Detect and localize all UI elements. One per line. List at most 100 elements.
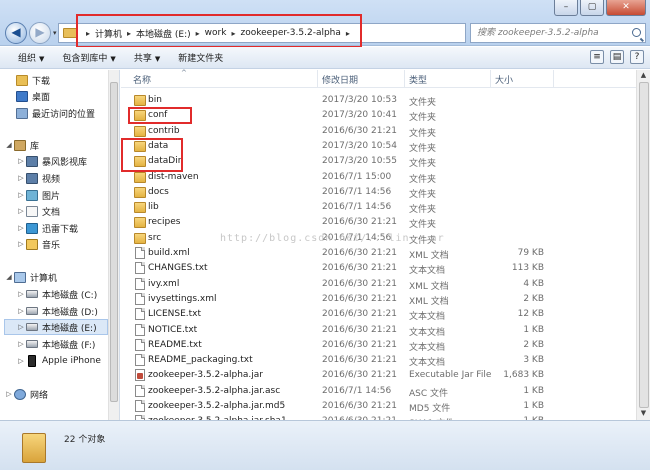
column-divider[interactable] xyxy=(317,70,318,88)
file-row[interactable]: dist-maven 2016/7/1 15:00 文件夹 xyxy=(121,171,636,186)
nav-item-label: 本地磁盘 (C:) xyxy=(42,290,98,301)
search-placeholder: 搜索 zookeeper-3.5.2-alpha xyxy=(477,28,599,38)
nav-item-documents[interactable]: ▷ 文档 xyxy=(16,203,60,219)
nav-item-apple-iphone[interactable]: ▷ Apple iPhone xyxy=(16,353,101,369)
organize-menu[interactable]: 组织 ▼ xyxy=(18,51,44,64)
file-row[interactable]: docs 2016/7/1 14:56 文件夹 xyxy=(121,186,636,201)
forward-button[interactable]: ▶ xyxy=(29,22,51,44)
documents-icon xyxy=(26,205,38,217)
search-icon[interactable] xyxy=(632,28,641,37)
nav-item-music[interactable]: ▷ 音乐 xyxy=(16,236,60,252)
nav-item-video-library[interactable]: ▷ 暴风影视库 xyxy=(16,153,87,169)
file-row[interactable]: zookeeper-3.5.2-alpha.jar.asc 2016/7/1 14… xyxy=(121,384,636,400)
file-type: MD5 文件 xyxy=(409,404,451,414)
collapse-arrow-icon[interactable]: ◢ xyxy=(4,141,14,149)
close-button[interactable]: ✕ xyxy=(606,0,646,16)
expand-arrow-icon[interactable]: ▷ xyxy=(16,157,26,165)
include-in-library-menu[interactable]: 包含到库中 ▼ xyxy=(62,51,115,64)
file-row[interactable]: LICENSE.txt 2016/6/30 21:21 文本文档 12 KB xyxy=(121,308,636,323)
preview-pane-icon[interactable]: ▤ xyxy=(610,50,624,64)
nav-item-xunlei-downloads[interactable]: ▷ 迅雷下载 xyxy=(16,220,78,236)
expand-arrow-icon[interactable]: ▷ xyxy=(16,357,26,365)
nav-item-videos[interactable]: ▷ 视频 xyxy=(16,170,60,186)
column-date[interactable]: 修改日期 xyxy=(322,73,358,86)
help-icon[interactable]: ? xyxy=(630,50,644,64)
minimize-button[interactable]: – xyxy=(554,0,578,16)
share-menu[interactable]: 共享 ▼ xyxy=(134,51,160,64)
file-row[interactable]: zookeeper-3.5.2-alpha.jar.md5 2016/6/30 2… xyxy=(121,400,636,415)
column-size[interactable]: 大小 xyxy=(495,73,513,86)
expand-arrow-icon[interactable]: ▷ xyxy=(16,307,26,315)
back-button[interactable]: ◀ xyxy=(5,22,27,44)
navigation-scrollbar[interactable] xyxy=(108,70,119,420)
nav-item-label: 迅雷下载 xyxy=(42,224,79,235)
nav-item-downloads[interactable]: 下载 xyxy=(16,72,50,88)
view-options-icon[interactable]: ≡ xyxy=(590,50,604,64)
file-row[interactable]: README_packaging.txt 2016/6/30 21:21 文本文档 3… xyxy=(121,354,636,369)
maximize-button[interactable]: ▢ xyxy=(580,0,604,16)
file-row[interactable]: src 2016/7/1 14:56 文件夹 xyxy=(121,232,636,247)
nav-item-drive-c[interactable]: ▷ 本地磁盘 (C:) xyxy=(16,286,97,302)
file-row[interactable]: data 2017/3/20 10:54 文件夹 xyxy=(121,140,636,155)
expand-arrow-icon[interactable]: ▷ xyxy=(16,340,26,348)
file-row[interactable]: README.txt 2016/6/30 21:21 文本文档 2 KB xyxy=(121,338,636,354)
nav-item-computer[interactable]: ◢ 计算机 xyxy=(4,269,57,285)
file-row[interactable]: dataDir 2017/3/20 10:55 文件夹 xyxy=(121,155,636,170)
expand-arrow-icon[interactable]: ▷ xyxy=(4,390,14,398)
recent-places-icon xyxy=(16,107,28,119)
file-row[interactable]: ivysettings.xml 2016/6/30 21:21 XML 文档 2 KB xyxy=(121,292,636,308)
drive-icon xyxy=(26,290,38,298)
nav-item-desktop[interactable]: 桌面 xyxy=(16,88,50,104)
jar-file-icon xyxy=(135,369,145,382)
scrollbar-thumb[interactable] xyxy=(639,82,649,408)
nav-item-label: Apple iPhone xyxy=(42,356,101,366)
file-type: 文本文档 xyxy=(409,327,446,338)
file-row[interactable]: CHANGES.txt 2016/6/30 21:21 文本文档 113 KB xyxy=(121,262,636,277)
nav-item-drive-d[interactable]: ▷ 本地磁盘 (D:) xyxy=(16,303,98,319)
file-type: 文件夹 xyxy=(409,128,437,139)
file-icon xyxy=(135,308,145,321)
file-row[interactable]: ivy.xml 2016/6/30 21:21 XML 文档 4 KB xyxy=(121,277,636,293)
expand-arrow-icon[interactable]: ▷ xyxy=(16,240,26,248)
collapse-arrow-icon[interactable]: ◢ xyxy=(4,273,14,281)
column-divider[interactable] xyxy=(553,70,554,88)
recent-pages-dropdown[interactable]: ▾ xyxy=(53,29,57,37)
column-type[interactable]: 类型 xyxy=(409,73,427,86)
expand-arrow-icon[interactable]: ▷ xyxy=(16,323,26,331)
file-row[interactable]: NOTICE.txt 2016/6/30 21:21 文本文档 1 KB xyxy=(121,323,636,339)
scroll-down-icon[interactable]: ▼ xyxy=(639,409,648,418)
file-name: build.xml xyxy=(148,248,190,258)
nav-item-drive-e[interactable]: ▷ 本地磁盘 (E:) xyxy=(4,319,108,335)
scrollbar-thumb[interactable] xyxy=(110,82,118,402)
file-date: 2016/6/30 21:21 xyxy=(322,278,397,289)
file-list-scrollbar[interactable]: ▲ ▼ xyxy=(636,70,650,420)
folder-icon xyxy=(134,217,146,229)
nav-item-pictures[interactable]: ▷ 图片 xyxy=(16,187,60,203)
file-row[interactable]: recipes 2016/6/30 21:21 文件夹 xyxy=(121,216,636,231)
column-divider[interactable] xyxy=(490,70,491,88)
file-size: 4 KB xyxy=(523,278,544,289)
file-row[interactable]: build.xml 2016/6/30 21:21 XML 文档 79 KB xyxy=(121,247,636,262)
expand-arrow-icon[interactable]: ▷ xyxy=(16,207,26,215)
file-row[interactable]: zookeeper-3.5.2-alpha.jar 2016/6/30 21:21… xyxy=(121,369,636,384)
scroll-up-icon[interactable]: ▲ xyxy=(639,71,648,80)
file-row[interactable]: bin 2017/3/20 10:53 文件夹 xyxy=(121,94,636,109)
nav-item-network[interactable]: ▷ 网络 xyxy=(4,386,48,402)
expand-arrow-icon[interactable]: ▷ xyxy=(16,224,26,232)
nav-item-drive-f[interactable]: ▷ 本地磁盘 (F:) xyxy=(16,336,95,352)
file-date: 2016/7/1 15:00 xyxy=(322,171,392,182)
search-input[interactable]: 搜索 zookeeper-3.5.2-alpha xyxy=(470,23,646,43)
file-type: 文件夹 xyxy=(409,143,437,154)
file-row[interactable]: lib 2016/7/1 14:56 文件夹 xyxy=(121,201,636,216)
file-date: 2016/6/30 21:21 xyxy=(322,401,397,411)
column-divider[interactable] xyxy=(404,70,405,88)
new-folder-button[interactable]: 新建文件夹 xyxy=(178,51,223,64)
nav-item-recent-places[interactable]: 最近访问的位置 xyxy=(16,105,95,121)
expand-arrow-icon[interactable]: ▷ xyxy=(16,290,26,298)
file-row[interactable]: contrib 2016/6/30 21:21 文件夹 xyxy=(121,125,636,140)
nav-item-libraries[interactable]: ◢ 库 xyxy=(4,137,39,153)
file-row[interactable]: conf 2017/3/20 10:41 文件夹 xyxy=(121,109,636,124)
expand-arrow-icon[interactable]: ▷ xyxy=(16,174,26,182)
expand-arrow-icon[interactable]: ▷ xyxy=(16,191,26,199)
column-name[interactable]: 名称 xyxy=(133,73,151,86)
